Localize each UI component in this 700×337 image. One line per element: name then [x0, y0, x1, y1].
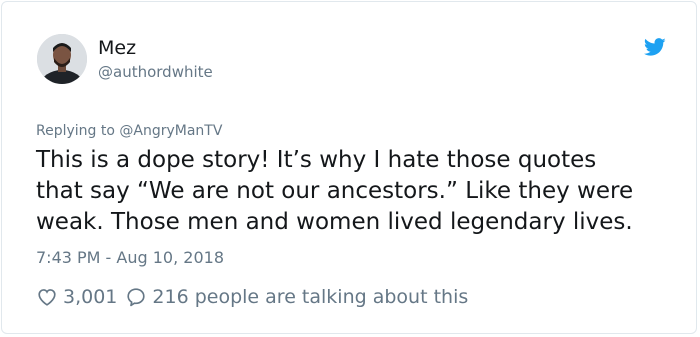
tweet-timestamp[interactable]: 7:43 PM - Aug 10, 2018 — [36, 248, 224, 268]
author-name[interactable]: Mez — [98, 37, 136, 59]
avatar-photo-icon — [37, 34, 87, 84]
avatar[interactable] — [37, 34, 87, 84]
tweet-text-line: weak. Those men and women lived legendar… — [36, 209, 633, 235]
replying-to: Replying to @AngryManTV — [36, 123, 222, 140]
replying-mention-link[interactable]: @AngryManTV — [119, 123, 222, 139]
speech-bubble-icon[interactable] — [125, 286, 147, 308]
tweet-text-line: This is a dope story! It’s why I hate th… — [36, 147, 597, 173]
tweet-card: Mez @authordwhite Replying to @AngryManT… — [1, 1, 697, 334]
like-count[interactable]: 3,001 — [63, 285, 117, 309]
twitter-bird-icon[interactable] — [643, 36, 667, 58]
heart-icon[interactable] — [36, 286, 58, 308]
author-handle[interactable]: @authordwhite — [98, 63, 213, 81]
tweet-actions: 3,001 216 people are talking about this — [36, 285, 468, 309]
tweet-text: This is a dope story! It’s why I hate th… — [36, 145, 686, 238]
reply-count[interactable]: 216 people are talking about this — [152, 285, 468, 309]
replying-prefix: Replying to — [36, 123, 115, 139]
tweet-text-line: that say “We are not our ancestors.” Lik… — [36, 178, 634, 204]
